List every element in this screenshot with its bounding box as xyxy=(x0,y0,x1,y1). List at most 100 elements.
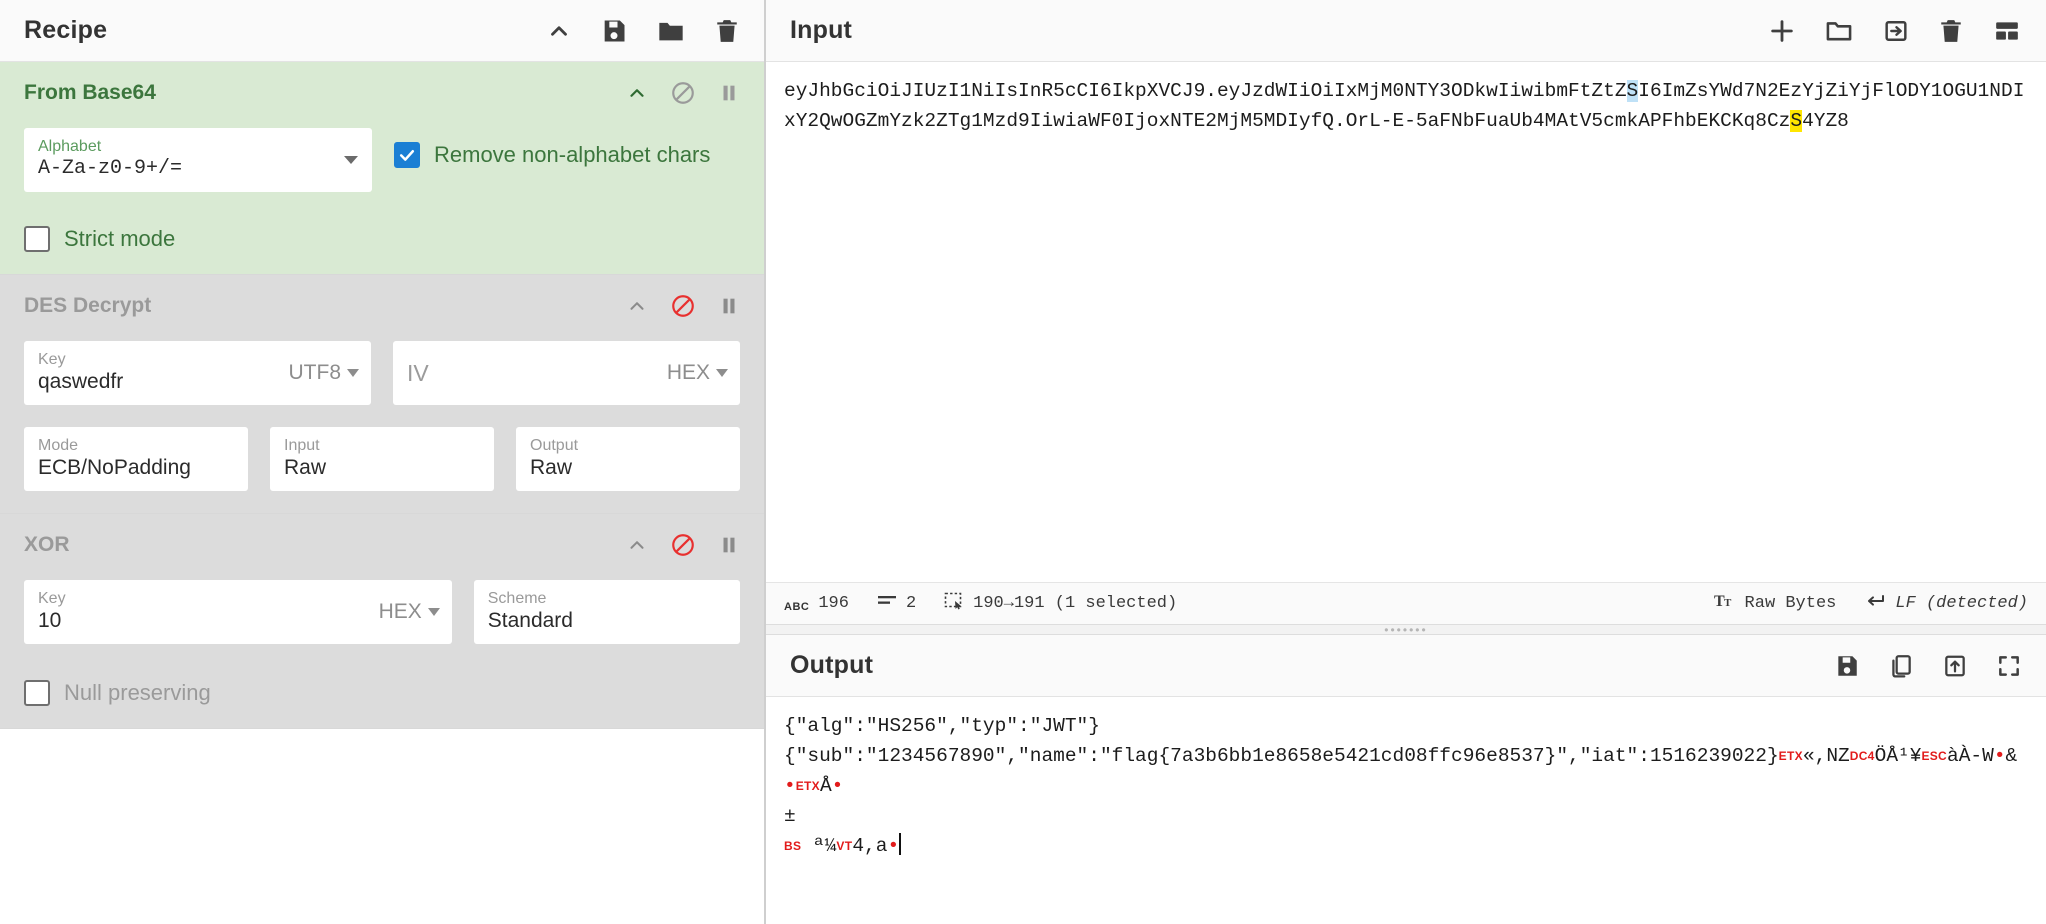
operation-collapse-chevron-icon[interactable] xyxy=(626,82,648,104)
input-status-right: TT Raw Bytes LF (detected) xyxy=(1686,592,2028,616)
svg-text:T: T xyxy=(1724,597,1732,609)
des-key-unit-label: UTF8 xyxy=(288,361,342,384)
output-title: Output xyxy=(790,651,874,679)
input-selection-status: 190→191 (1 selected) xyxy=(944,592,1177,616)
operation-disable-icon[interactable] xyxy=(670,532,696,558)
xor-key-field[interactable]: Key 10 HEX xyxy=(24,580,452,644)
operation-disable-icon[interactable] xyxy=(670,293,696,319)
output-line-4: BS ª¼VT4,a• xyxy=(784,831,2028,861)
key-iv-row: Key qaswedfr UTF8 IV HEX xyxy=(24,341,740,405)
strict-mode-option[interactable]: Strict mode xyxy=(24,226,740,252)
xor-key-unit-label: HEX xyxy=(378,600,422,623)
des-mode-label: Mode xyxy=(38,437,79,454)
des-iv-field[interactable]: IV HEX xyxy=(393,341,740,405)
io-panel: Input eyJhbGciOiJIUzI1NiIsInR5cCI6IkpXVC… xyxy=(766,0,2046,924)
strict-mode-checkbox[interactable] xyxy=(24,226,50,252)
input-text-editor[interactable]: eyJhbGciOiJIUzI1NiIsInR5cCI6IkpXVCJ9.eyJ… xyxy=(766,62,2046,582)
operation-title: XOR xyxy=(24,533,70,556)
output-line-4-binary: BS ª¼VT4,a• xyxy=(784,835,900,857)
character-encoding-value: Raw Bytes xyxy=(1744,594,1837,613)
reset-pane-layout-icon[interactable] xyxy=(1992,18,2022,44)
output-header-actions xyxy=(1834,652,2022,680)
operation-header: DES Decrypt xyxy=(0,275,764,329)
xor-key-scheme-row: Key 10 HEX Scheme Standard xyxy=(24,580,740,644)
recipe-operation-xor[interactable]: XOR Key 10 HEX Scheme Standard Null pres… xyxy=(0,514,764,729)
null-preserving-option[interactable]: Null preserving xyxy=(24,680,740,706)
save-output-icon[interactable] xyxy=(1834,652,1860,680)
operation-title: From Base64 xyxy=(24,81,156,104)
io-splitter[interactable]: ••••••• xyxy=(766,624,2046,636)
output-text-editor[interactable]: {"alg":"HS256","typ":"JWT"} {"sub":"1234… xyxy=(766,697,2046,924)
operation-collapse-chevron-icon[interactable] xyxy=(626,295,648,317)
des-key-unit-dropdown[interactable]: UTF8 xyxy=(288,361,359,385)
copy-output-icon[interactable] xyxy=(1888,652,1914,680)
input-highlight-char: S xyxy=(1790,110,1803,132)
alphabet-value: A-Za-z0-9+/= xyxy=(38,157,183,180)
output-panel: Output {"alg":"HS256","typ":"JWT"} {"sub… xyxy=(766,635,2046,924)
input-text-part3: 4YZ8 xyxy=(1802,110,1849,132)
null-preserving-checkbox[interactable] xyxy=(24,680,50,706)
des-input-type-value: Raw xyxy=(284,456,327,479)
recipe-panel: Recipe From Base64 Alphabet A-Za-z0-9+/=… xyxy=(0,0,766,924)
output-title-bar: Output xyxy=(766,635,2046,697)
input-title-bar: Input xyxy=(766,0,2046,62)
save-recipe-icon[interactable] xyxy=(600,17,628,45)
operation-controls xyxy=(626,532,740,558)
des-iv-unit-label: HEX xyxy=(666,361,710,384)
recipe-operation-des-decrypt[interactable]: DES Decrypt Key qaswedfr UTF8 IV HEX Mod… xyxy=(0,275,764,514)
abc-length-icon: ABC xyxy=(784,600,810,613)
replace-input-with-output-icon[interactable] xyxy=(1942,652,1968,680)
collapse-chevron-icon[interactable] xyxy=(546,18,572,44)
load-recipe-icon[interactable] xyxy=(656,17,686,45)
chevron-down-icon xyxy=(427,608,440,616)
character-encoding-status[interactable]: TT Raw Bytes xyxy=(1714,592,1837,616)
maximise-output-icon[interactable] xyxy=(1996,653,2022,679)
des-key-field[interactable]: Key qaswedfr UTF8 xyxy=(24,341,371,405)
des-mode-value: ECB/NoPadding xyxy=(38,456,191,479)
remove-non-alphabet-chars-option[interactable]: Remove non-alphabet chars xyxy=(394,142,710,168)
output-line-1: {"alg":"HS256","typ":"JWT"} xyxy=(784,715,1100,737)
des-mode-select[interactable]: Mode ECB/NoPadding xyxy=(24,427,248,491)
des-input-type-label: Input xyxy=(284,437,320,454)
xor-scheme-label: Scheme xyxy=(487,590,547,607)
remove-non-alphabet-chars-checkbox[interactable] xyxy=(394,142,420,168)
operation-controls xyxy=(626,293,740,319)
chevron-down-icon xyxy=(716,369,728,377)
character-encoding-icon: TT xyxy=(1714,592,1736,616)
chevron-down-icon[interactable] xyxy=(344,156,358,164)
operation-title: DES Decrypt xyxy=(24,294,152,317)
des-output-type-select[interactable]: Output Raw xyxy=(516,427,740,491)
output-line-3: ± xyxy=(784,805,796,827)
alphabet-select[interactable]: Alphabet A-Za-z0-9+/= xyxy=(24,128,372,192)
output-line-2: {"sub":"1234567890","name":"flag{7a3b6bb… xyxy=(784,741,2028,801)
operation-args: Key 10 HEX Scheme Standard Null preservi… xyxy=(0,580,764,706)
des-output-type-value: Raw xyxy=(530,456,573,479)
xor-scheme-value: Standard xyxy=(487,609,573,632)
operation-breakpoint-pause-icon[interactable] xyxy=(718,81,740,105)
des-iv-unit-dropdown[interactable]: HEX xyxy=(667,361,728,385)
open-folder-as-input-icon[interactable] xyxy=(1824,17,1854,45)
operation-collapse-chevron-icon[interactable] xyxy=(626,534,648,556)
line-ending-status[interactable]: LF (detected) xyxy=(1864,593,2028,615)
input-selection-value: 190→191 (1 selected) xyxy=(973,594,1178,613)
input-header-actions xyxy=(1768,17,2022,45)
operation-disable-icon[interactable] xyxy=(670,80,696,106)
des-input-type-select[interactable]: Input Raw xyxy=(270,427,494,491)
input-title: Input xyxy=(790,16,853,44)
input-lines-status: 2 xyxy=(877,593,916,615)
recipe-operation-from-base64[interactable]: From Base64 Alphabet A-Za-z0-9+/= Remove… xyxy=(0,62,764,275)
open-file-as-input-icon[interactable] xyxy=(1882,17,1910,45)
add-input-tab-icon[interactable] xyxy=(1768,17,1796,45)
clear-io-icon[interactable] xyxy=(1938,17,1964,45)
xor-key-unit-dropdown[interactable]: HEX xyxy=(379,600,440,624)
cyberchef-app: Recipe From Base64 Alphabet A-Za-z0-9+/=… xyxy=(0,0,2046,924)
alphabet-row: Alphabet A-Za-z0-9+/= Remove non-alphabe… xyxy=(24,128,740,192)
selection-icon xyxy=(944,592,964,616)
input-length-value: 196 xyxy=(818,594,849,613)
operation-breakpoint-pause-icon[interactable] xyxy=(718,533,740,557)
recipe-operation-list[interactable]: From Base64 Alphabet A-Za-z0-9+/= Remove… xyxy=(0,62,764,924)
operation-args: Alphabet A-Za-z0-9+/= Remove non-alphabe… xyxy=(0,128,764,252)
operation-breakpoint-pause-icon[interactable] xyxy=(718,294,740,318)
clear-recipe-icon[interactable] xyxy=(714,17,740,45)
xor-scheme-select[interactable]: Scheme Standard xyxy=(473,580,740,644)
